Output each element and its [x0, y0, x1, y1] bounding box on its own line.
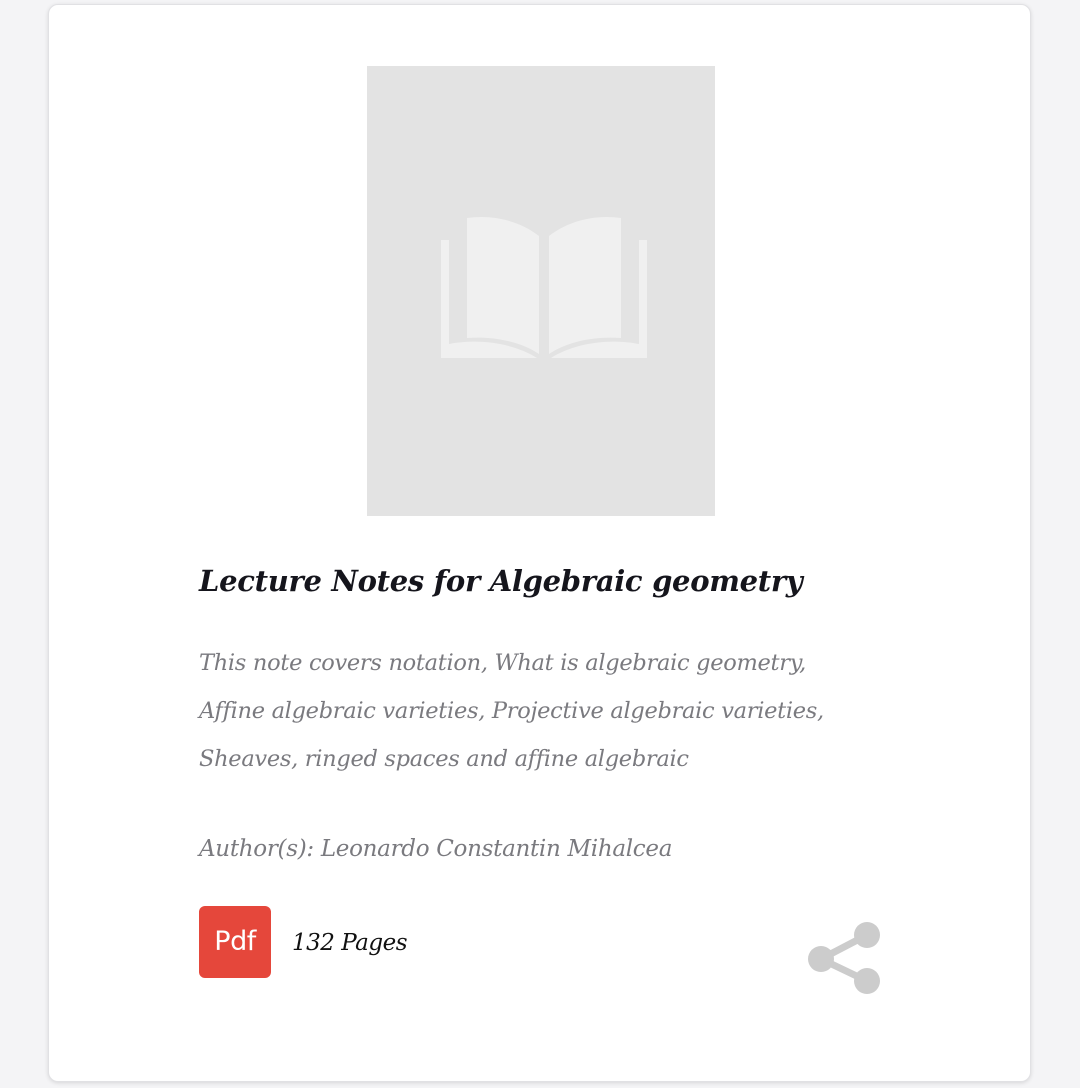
share-button[interactable]	[807, 918, 887, 1000]
book-title[interactable]: Lecture Notes for Algebraic geometry	[199, 557, 899, 605]
book-card: Lecture Notes for Algebraic geometry Thi…	[48, 4, 1031, 1082]
pdf-icon[interactable]: Pdf	[199, 906, 271, 978]
share-icon	[808, 922, 880, 994]
book-description: This note covers notation, What is algeb…	[199, 650, 824, 772]
book-cover-placeholder[interactable]	[367, 66, 715, 516]
book-author: Author(s): Leonardo Constantin Mihalcea	[199, 836, 673, 862]
open-book-icon	[441, 216, 647, 358]
page-count: 132 Pages	[292, 930, 408, 956]
